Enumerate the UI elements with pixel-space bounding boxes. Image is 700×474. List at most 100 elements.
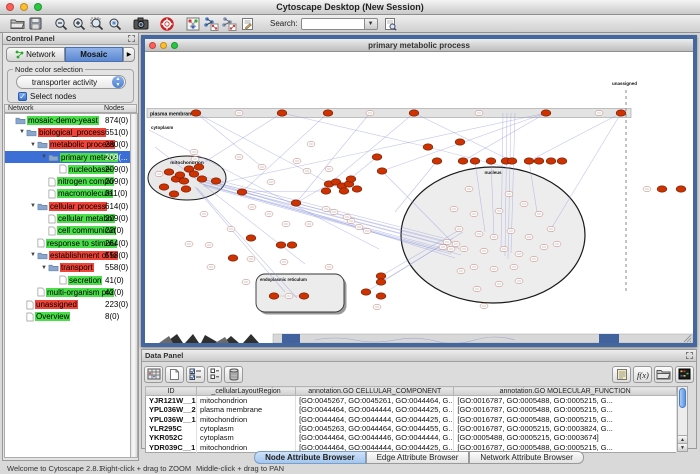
tree-row-multi-organism-pro[interactable]: multi-organism pro42(0) <box>5 286 130 298</box>
selected-node[interactable] <box>269 293 279 299</box>
selected-node[interactable] <box>616 110 626 116</box>
selected-node[interactable] <box>164 169 174 175</box>
selected-node[interactable] <box>376 279 386 285</box>
selected-node[interactable] <box>524 158 534 164</box>
selected-node[interactable] <box>197 176 207 182</box>
table-cell[interactable]: mitochondrion <box>197 414 296 423</box>
selected-node[interactable] <box>191 110 201 116</box>
selected-node[interactable] <box>179 178 189 184</box>
selected-node[interactable] <box>181 186 191 192</box>
selected-node[interactable] <box>211 178 221 184</box>
tab-node-attribute-browser[interactable]: Node Attribute Browser <box>254 451 366 464</box>
scroll-up-icon[interactable]: ▲ <box>678 435 687 443</box>
table-cell[interactable]: [GO:0005488, GO:0005215, GO:0003674] <box>454 433 677 442</box>
save-icon[interactable] <box>26 16 44 32</box>
expander-icon[interactable]: ▼ <box>40 154 48 160</box>
search-options-icon[interactable] <box>382 16 400 32</box>
open-icon[interactable] <box>8 16 26 32</box>
column-header[interactable]: ID <box>146 387 197 396</box>
table-cell[interactable]: YKR052C <box>146 433 197 442</box>
tree-row-transport[interactable]: ▼transport558(0) <box>5 262 130 274</box>
select-nodes-checkbox[interactable]: ✓ <box>18 92 27 101</box>
selected-node[interactable] <box>676 186 686 192</box>
selected-node[interactable] <box>361 289 371 295</box>
table-cell[interactable]: YPL036W__2 <box>146 405 197 414</box>
tree-row-biological-process[interactable]: ▼biological_process651(0) <box>5 126 130 138</box>
search-input[interactable] <box>301 18 365 30</box>
annotation-icon[interactable] <box>238 16 256 32</box>
search-dropdown-arrow[interactable]: ▼ <box>365 18 378 30</box>
tree-row-primary-metabo[interactable]: ▼primary metabo209(... <box>5 151 130 163</box>
expander-icon[interactable]: ▼ <box>29 252 37 258</box>
table-scrollbar-thumb[interactable] <box>679 388 686 408</box>
delete-attribute-icon[interactable] <box>224 366 243 383</box>
table-row[interactable]: YPL036W__2plasma membrane[GO:0044464, GO… <box>146 405 677 414</box>
selected-node[interactable] <box>352 186 362 192</box>
table-cell[interactable]: YLR295C <box>146 424 197 433</box>
tree-scrollbar[interactable] <box>130 113 138 458</box>
tree-row-overview[interactable]: Overview8(0) <box>5 311 130 323</box>
selected-node[interactable] <box>423 144 433 150</box>
selected-node[interactable] <box>432 158 442 164</box>
selected-node[interactable] <box>276 242 286 248</box>
table-row[interactable]: YPL036W__1mitochondrion[GO:0044464, GO:0… <box>146 414 677 423</box>
selected-node[interactable] <box>534 158 544 164</box>
selected-node[interactable] <box>323 110 333 116</box>
selected-node[interactable] <box>409 110 419 116</box>
table-cell[interactable]: plasma membrane <box>197 405 296 414</box>
selected-node[interactable] <box>228 255 238 261</box>
selected-node[interactable] <box>299 293 309 299</box>
selected-node[interactable] <box>546 158 556 164</box>
tree-row-secretion[interactable]: secretion41(0) <box>5 274 130 286</box>
expander-icon[interactable]: ▼ <box>29 203 37 209</box>
import-attributes-icon[interactable] <box>654 366 673 383</box>
tree-row-mosaic-demo-yeast[interactable]: mosaic-demo-yeast874(0) <box>5 114 130 126</box>
select-attributes-icon[interactable] <box>186 366 205 383</box>
matrix-view-icon[interactable] <box>675 366 694 383</box>
table-cell[interactable]: cytoplasm <box>197 424 296 433</box>
selected-node[interactable] <box>291 200 301 206</box>
tree-row-macromolecule[interactable]: macromolecule311(0) <box>5 188 130 200</box>
selected-node[interactable] <box>541 110 551 116</box>
zoom-in-icon[interactable] <box>70 16 88 32</box>
table-cell[interactable]: YJR121W__1 <box>146 396 197 406</box>
table-row[interactable]: YJR121W__1mitochondrion[GO:0045267, GO:0… <box>146 396 677 406</box>
table-scrollbar[interactable]: ▲ ▼ <box>677 386 688 452</box>
table-cell[interactable]: [GO:0044464, GO:0044444, GO:0044425, G..… <box>296 414 454 423</box>
table-cell[interactable]: [GO:0044464, GO:0044446, GO:0044444, G..… <box>296 433 454 442</box>
tree-row-cell-communicat[interactable]: cell communicat22(0) <box>5 225 130 237</box>
float-panel-icon[interactable] <box>128 35 135 42</box>
table-cell[interactable]: [GO:0016787, GO:0005488, GO:0005215, G..… <box>454 396 677 406</box>
selected-node[interactable] <box>557 158 567 164</box>
column-header[interactable]: annotation.GO CELLULAR_COMPONENT <box>296 387 454 396</box>
selected-node[interactable] <box>287 242 297 248</box>
tree-row-establishment-of-lo[interactable]: ▼establishment of lo558(0) <box>5 249 130 261</box>
network-canvas[interactable]: plasma membrane cytoplasm mitochondrion … <box>145 52 693 343</box>
table-row[interactable]: YKR052Ccytoplasm[GO:0044464, GO:0044446,… <box>146 433 677 442</box>
table-cell[interactable]: [GO:0045267, GO:0045261, GO:0044464, G..… <box>296 396 454 406</box>
selected-node[interactable] <box>321 188 331 194</box>
expander-icon[interactable]: ▼ <box>40 265 48 271</box>
zoom-out-icon[interactable] <box>52 16 70 32</box>
snapshot-icon[interactable] <box>132 16 150 32</box>
selected-node[interactable] <box>237 189 247 195</box>
selected-node[interactable] <box>189 171 199 177</box>
selected-node[interactable] <box>377 168 387 174</box>
selected-node[interactable] <box>376 273 386 279</box>
tree-row-unassigned[interactable]: unassigned223(0) <box>5 298 130 310</box>
scroll-down-icon[interactable]: ▼ <box>678 443 687 451</box>
tree-row-cellular-process[interactable]: ▼cellular process614(0) <box>5 200 130 212</box>
selected-node[interactable] <box>486 158 496 164</box>
selected-node[interactable] <box>657 186 667 192</box>
expander-icon[interactable]: ▼ <box>18 129 26 135</box>
selected-node[interactable] <box>169 191 179 197</box>
table-cell[interactable]: [GO:0016787, GO:0005215, GO:0003824, G..… <box>454 424 677 433</box>
tree-row-metabolic-process[interactable]: ▼metabolic process280(0) <box>5 139 130 151</box>
zoom-fit-icon[interactable] <box>88 16 106 32</box>
table-cell[interactable]: [GO:0016787, GO:0005488, GO:0005215, G..… <box>454 414 677 423</box>
selected-node[interactable] <box>159 184 169 190</box>
tab-mosaic[interactable]: Mosaic <box>65 47 124 62</box>
selected-node[interactable] <box>246 235 256 241</box>
help-icon[interactable] <box>158 16 176 32</box>
node-color-dropdown[interactable]: transporter activity ▲▼ <box>16 75 126 89</box>
